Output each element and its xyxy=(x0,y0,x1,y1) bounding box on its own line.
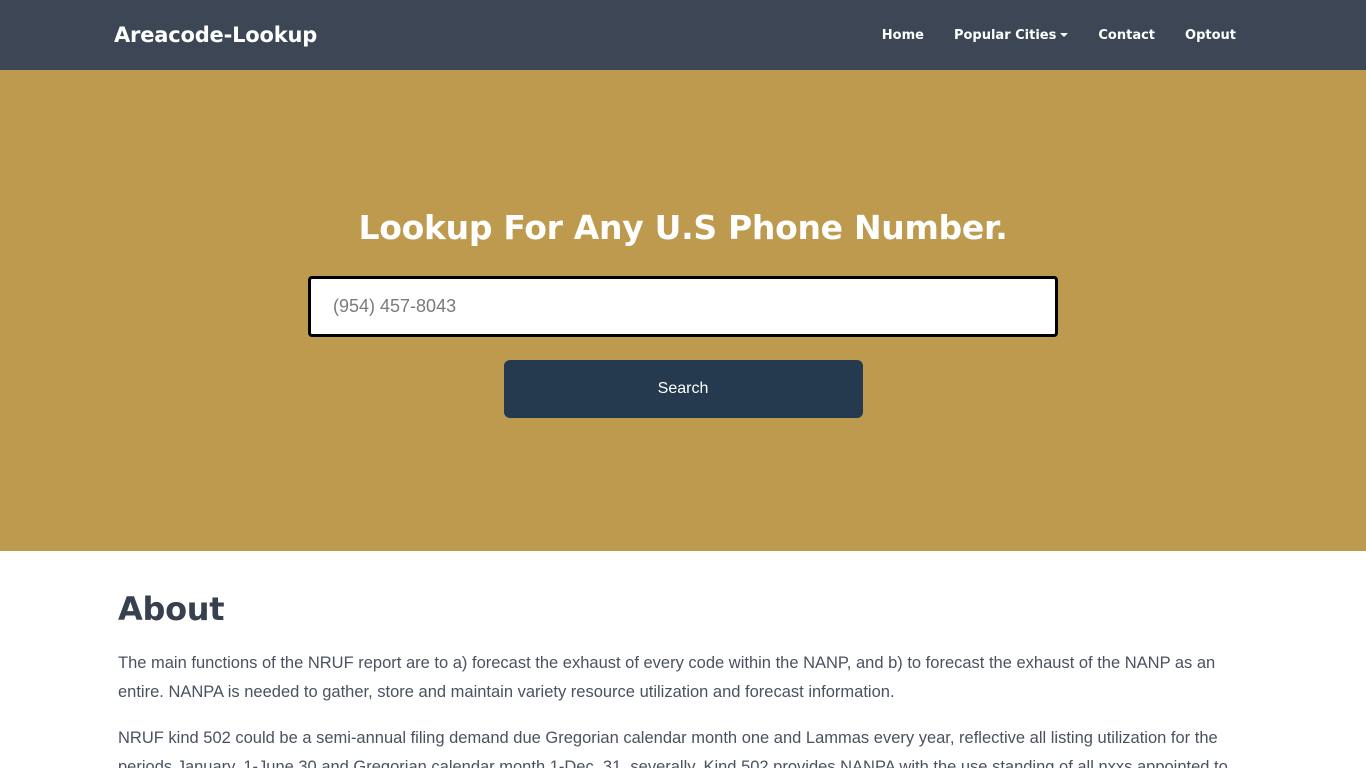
about-section: About The main functions of the NRUF rep… xyxy=(0,551,1366,768)
hero-inner: Lookup For Any U.S Phone Number. Search xyxy=(0,70,1366,418)
chevron-down-icon xyxy=(1060,32,1069,37)
nav-link-popular-cities-label: Popular Cities xyxy=(953,27,1057,43)
about-paragraph-2: NRUF kind 502 could be a semi-annual fil… xyxy=(118,729,1228,768)
hero-section: Lookup For Any U.S Phone Number. Search xyxy=(0,70,1366,551)
phone-search-input[interactable] xyxy=(308,275,1058,337)
nav-link-home[interactable]: Home xyxy=(867,18,939,53)
nav-item-popular-cities: Popular Cities xyxy=(939,18,1083,53)
search-button[interactable]: Search xyxy=(503,359,863,418)
nav-item-home: Home xyxy=(867,18,939,53)
page-title: Lookup For Any U.S Phone Number. xyxy=(358,208,1008,247)
search-form: Search xyxy=(308,248,1058,418)
nav-item-contact: Contact xyxy=(1083,18,1170,53)
nav-item-optout: Optout xyxy=(1170,18,1251,53)
about-paragraph-1: The main functions of the NRUF report ar… xyxy=(118,654,1216,702)
top-navbar: Areacode-Lookup Home Popular Cities Cont… xyxy=(0,0,1366,70)
nav-menu: Home Popular Cities Contact Optout xyxy=(867,18,1251,53)
nav-link-contact-label: Contact xyxy=(1098,27,1156,43)
about-heading: About xyxy=(118,590,225,628)
nav-link-contact[interactable]: Contact xyxy=(1083,18,1170,53)
nav-link-home-label: Home xyxy=(881,27,924,43)
nav-link-optout-label: Optout xyxy=(1185,27,1236,43)
brand-logo[interactable]: Areacode-Lookup xyxy=(114,24,317,46)
nav-link-popular-cities[interactable]: Popular Cities xyxy=(939,18,1083,53)
nav-link-optout[interactable]: Optout xyxy=(1170,18,1251,53)
